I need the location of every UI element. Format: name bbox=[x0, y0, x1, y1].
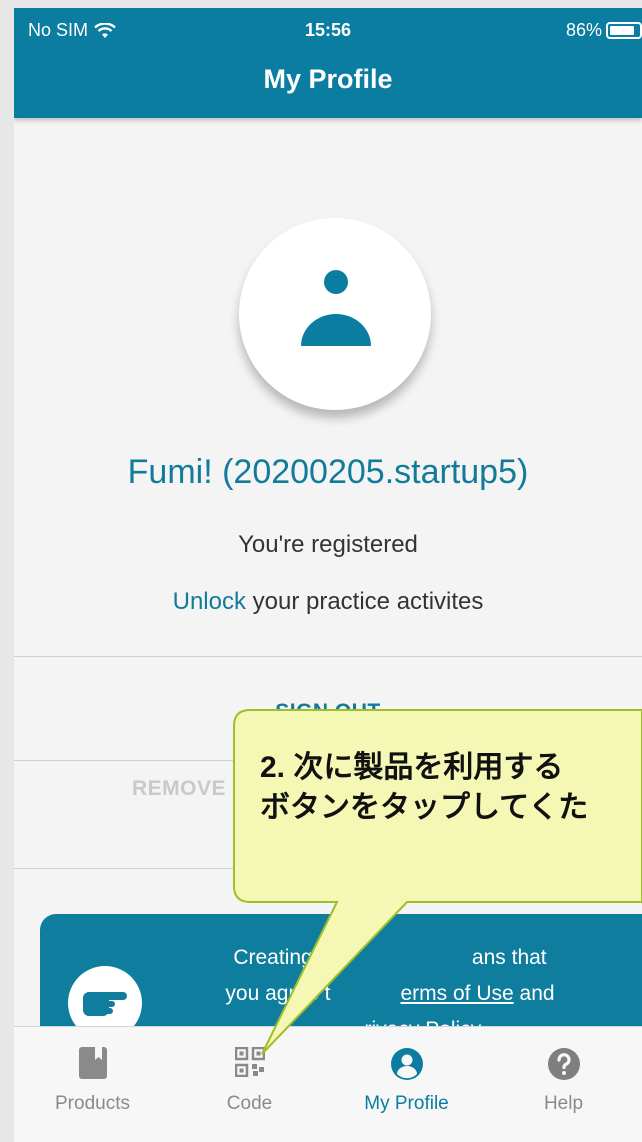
avatar[interactable] bbox=[239, 218, 431, 410]
tab-products[interactable]: Products bbox=[14, 1027, 171, 1142]
remove-button[interactable]: REMOVE bbox=[132, 777, 226, 801]
terms-line-1: Creating an ans that bbox=[160, 940, 620, 976]
app-screen: No SIM 15:56 86% My Profile Fumi! (20200… bbox=[14, 8, 642, 1142]
divider bbox=[14, 868, 642, 869]
sign-out-button[interactable]: SIGN OUT bbox=[14, 700, 642, 724]
terms-line-2-and: and bbox=[513, 982, 555, 1005]
tutorial-callout-text: 2. 次に製品を利用する ボタンをタップしてくた bbox=[260, 748, 642, 828]
terms-line-1-end: ans that bbox=[471, 946, 547, 969]
battery-percent: 86% bbox=[565, 20, 602, 40]
unlock-message-text: your practice activites bbox=[245, 588, 484, 615]
book-icon bbox=[78, 1047, 107, 1079]
profile-name: Fumi! (20200205.startup5) bbox=[127, 453, 529, 491]
terms-line-2: you agree t erms of Use and bbox=[160, 976, 620, 1012]
status-bar: No SIM 15:56 86% bbox=[14, 18, 642, 48]
terms-of-use-link[interactable]: erms of Use bbox=[401, 982, 514, 1005]
status-time: 15:56 bbox=[304, 20, 352, 40]
tab-label: Help bbox=[543, 1093, 584, 1114]
registration-status: You're registered bbox=[238, 531, 418, 558]
tab-my-profile[interactable]: My Profile bbox=[328, 1027, 485, 1142]
callout-line-1: 2. 次に製品を利用する bbox=[260, 751, 564, 784]
unlock-message: Unlock your practice activites bbox=[14, 588, 642, 616]
user-circle-icon bbox=[390, 1048, 423, 1080]
help-circle-icon bbox=[547, 1048, 580, 1080]
qr-code-icon bbox=[234, 1047, 265, 1077]
terms-line-2-start: you agree t bbox=[225, 982, 331, 1005]
tab-label: Code bbox=[226, 1093, 273, 1114]
callout-line-2: ボタンをタップしてくた bbox=[260, 791, 589, 824]
divider bbox=[14, 656, 642, 657]
app-header: No SIM 15:56 86% My Profile bbox=[14, 8, 642, 118]
tab-bar: Products Code My Profile Help bbox=[14, 1026, 642, 1142]
pointing-hand-icon bbox=[83, 992, 127, 1016]
battery-icon bbox=[606, 22, 642, 39]
tab-code[interactable]: Code bbox=[171, 1027, 328, 1142]
page-title: My Profile bbox=[263, 64, 393, 94]
battery-level bbox=[610, 26, 635, 35]
tab-help[interactable]: Help bbox=[485, 1027, 642, 1142]
tab-label: Products bbox=[55, 1093, 130, 1114]
tab-label: My Profile bbox=[364, 1093, 449, 1114]
user-icon bbox=[301, 270, 371, 346]
terms-line-1-start: Creating an bbox=[233, 946, 342, 969]
unlock-link[interactable]: Unlock bbox=[173, 588, 246, 615]
battery-indicator: 86% bbox=[566, 20, 642, 41]
